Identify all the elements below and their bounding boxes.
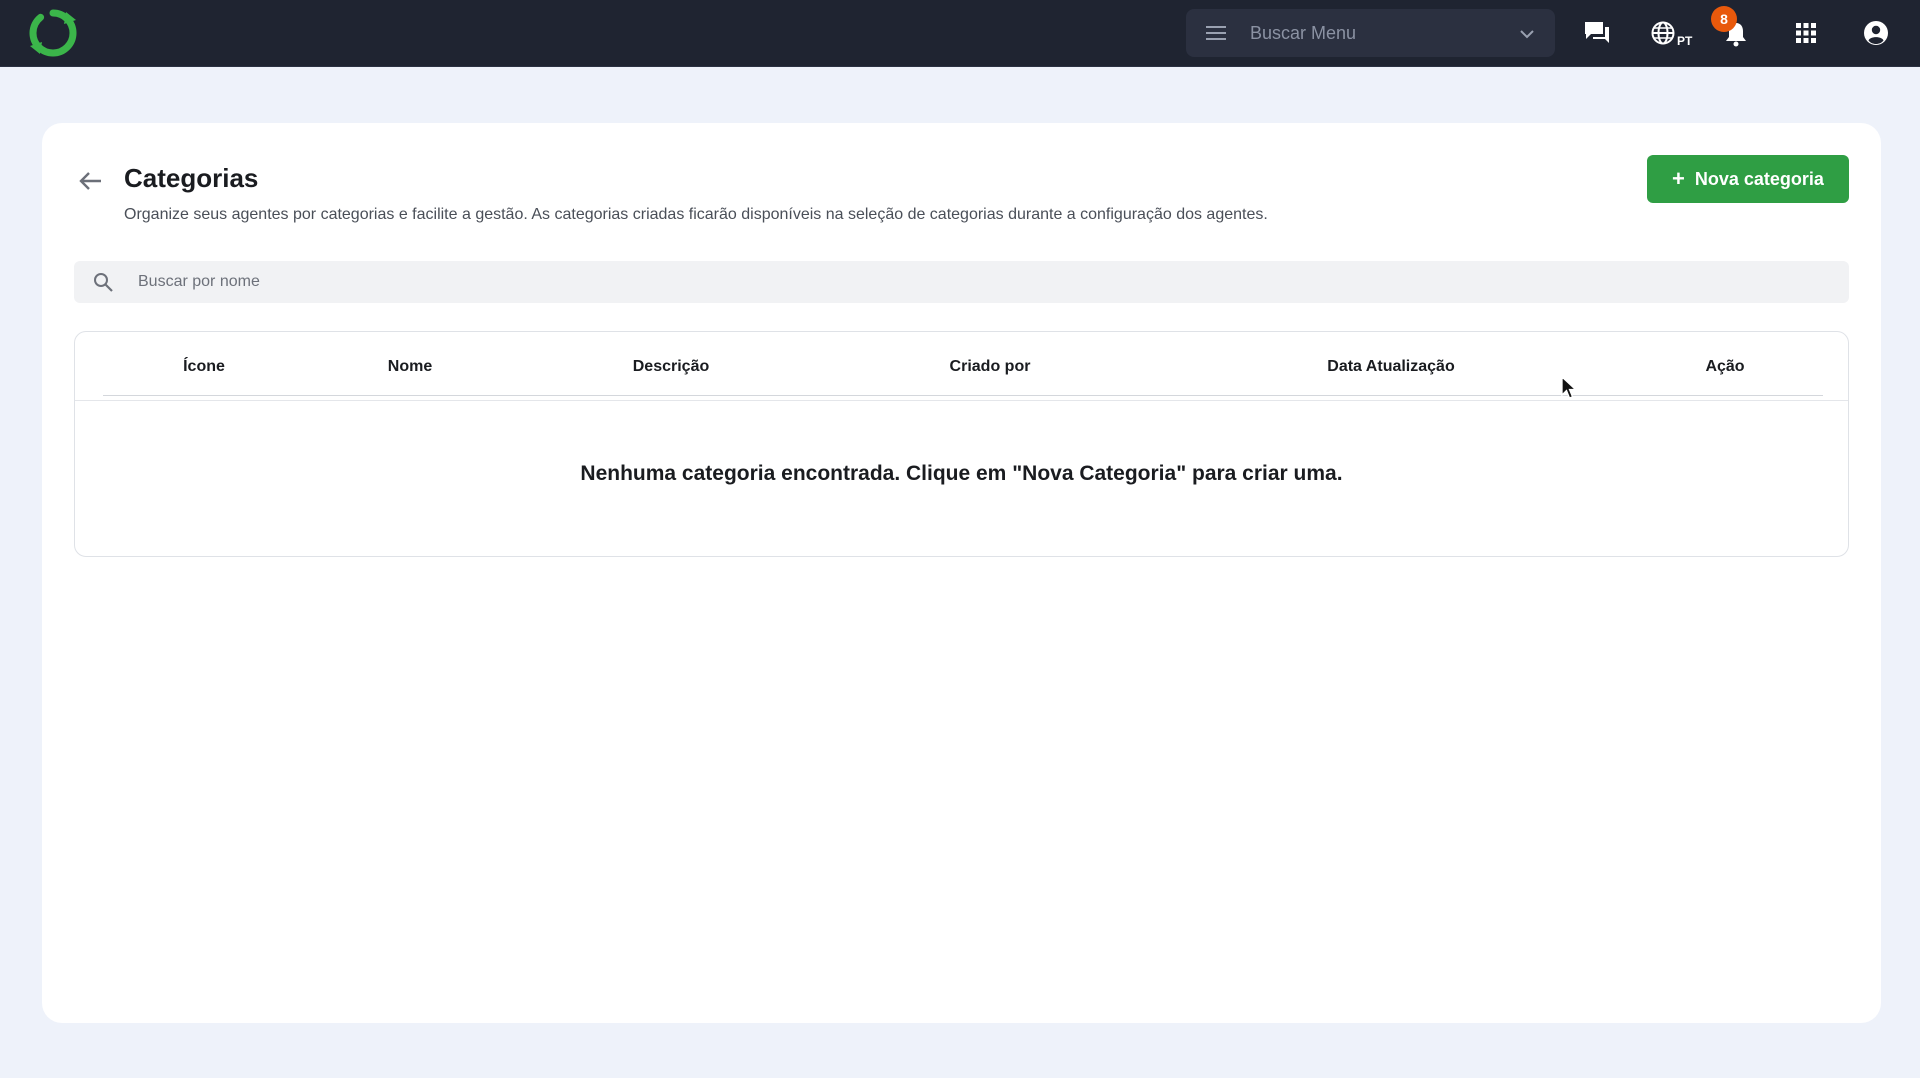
globe-icon[interactable] xyxy=(1650,20,1676,46)
new-category-button[interactable]: + Nova categoria xyxy=(1647,155,1849,203)
chevron-down-icon xyxy=(1520,30,1534,39)
column-header-description[interactable]: Descrição xyxy=(633,358,710,376)
content-card: Categorias Organize seus agentes por cat… xyxy=(42,123,1881,1023)
column-header-created-by[interactable]: Criado por xyxy=(950,358,1031,376)
user-account-icon[interactable] xyxy=(1863,20,1889,46)
search-icon xyxy=(94,273,113,292)
notification-badge: 8 xyxy=(1711,6,1737,32)
column-header-icon[interactable]: Ícone xyxy=(183,358,225,376)
back-arrow-icon[interactable] xyxy=(76,166,106,196)
column-header-action[interactable]: Ação xyxy=(1705,358,1744,376)
page-subtitle: Organize seus agentes por categorias e f… xyxy=(124,206,1268,223)
app-logo-icon[interactable] xyxy=(28,8,78,58)
hamburger-icon xyxy=(1206,26,1226,40)
search-bar xyxy=(74,261,1849,303)
page-title: Categorias xyxy=(124,163,259,193)
language-code[interactable]: PT xyxy=(1677,34,1692,48)
search-input[interactable] xyxy=(138,261,1818,303)
chat-icon[interactable] xyxy=(1582,18,1612,48)
top-navbar: Buscar Menu PT 8 xyxy=(0,0,1920,67)
mouse-cursor-icon xyxy=(1561,375,1578,399)
empty-state-message: Nenhuma categoria encontrada. Clique em … xyxy=(580,462,1343,485)
column-header-name[interactable]: Nome xyxy=(388,358,432,376)
plus-icon: + xyxy=(1672,166,1685,191)
menu-search-dropdown[interactable]: Buscar Menu xyxy=(1186,9,1555,57)
header-divider-outer xyxy=(75,400,1848,401)
new-category-button-label: Nova categoria xyxy=(1694,168,1824,189)
apps-grid-icon[interactable] xyxy=(1795,22,1817,44)
column-header-updated-date[interactable]: Data Atualização xyxy=(1327,358,1454,376)
menu-search-placeholder: Buscar Menu xyxy=(1250,23,1357,43)
categories-table: Ícone Nome Descrição Criado por Data Atu… xyxy=(74,331,1849,557)
